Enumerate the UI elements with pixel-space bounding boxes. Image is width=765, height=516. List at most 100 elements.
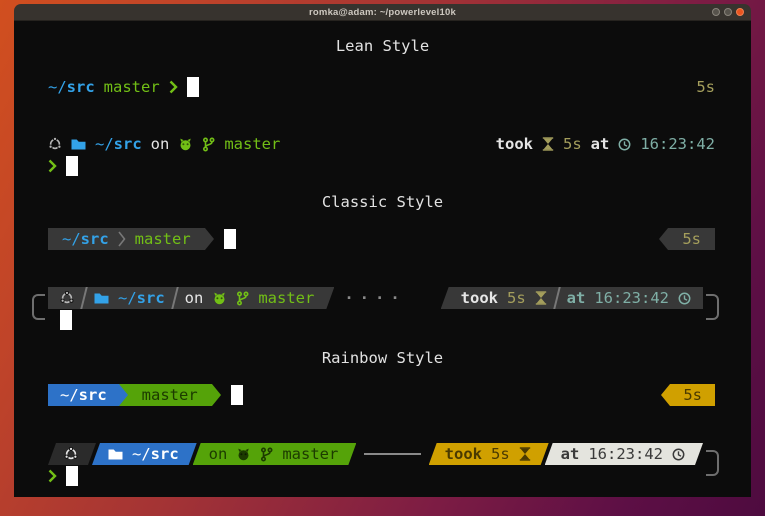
command-duration: 5s [563,135,582,153]
window-controls [712,8,744,16]
clock-icon [618,138,631,151]
folder-icon [108,448,123,461]
command-duration: 5s [683,386,702,404]
current-directory: ~/src [60,386,107,404]
maximize-button[interactable] [724,8,732,16]
powerline-arrow-icon [119,384,128,406]
current-time: 16:23:42 [640,135,715,153]
hourglass-icon [535,291,547,305]
on-label: on [185,289,204,307]
command-duration: 5s [491,445,510,463]
powerline-segment-right: took 5s at 16:23:42 [441,287,703,309]
clock-icon [678,292,691,305]
at-label: at [591,135,610,153]
git-branch-label: master [104,78,160,96]
clock-icon [672,448,685,461]
heading-text: Lean Style [336,37,429,55]
powerline-segment-duration: took 5s [429,443,549,465]
github-octocat-icon [212,292,227,305]
powerline-segment-left: ~/src on master [48,287,334,309]
terminal-cursor [231,385,243,405]
command-duration: 5s [696,78,715,96]
lean-prompt-full-line2 [14,155,751,177]
section-heading-lean: Lean Style [14,35,751,57]
folder-icon [94,292,109,305]
lean-prompt-full-line1: ~/src on master took 5s at 16:23:42 [14,133,751,155]
current-directory: ~/src [62,230,109,248]
window-titlebar[interactable]: romka@adam: ~/powerlevel10k [14,4,751,21]
classic-prompt-full-line1: ~/src on master ···· took 5s [14,287,751,309]
current-directory: ~/src [132,445,179,463]
current-directory: ~/src [48,78,95,96]
hourglass-icon [542,137,554,151]
took-label: took [445,445,482,463]
current-time: 16:23:42 [588,445,663,463]
heading-text: Classic Style [322,193,443,211]
powerline-arrow-icon [205,228,214,250]
command-duration: 5s [682,230,701,248]
hourglass-icon [519,447,531,461]
terminal-cursor [60,310,72,330]
powerline-segment-dir-branch: ~/src master [48,228,205,250]
current-directory: ~/src [118,289,165,307]
current-time: 16:23:42 [594,289,669,307]
minimize-button[interactable] [712,8,720,16]
folder-icon [71,138,86,151]
git-branch-icon [260,447,273,462]
powerline-segment-branch: on master [193,443,357,465]
prompt-chevron-icon [48,469,57,483]
heading-text: Rainbow Style [322,349,443,367]
slash-separator [553,287,560,309]
took-label: took [496,135,533,153]
prompt-chevron-icon [169,80,178,94]
lean-prompt-basic: ~/src master 5s [14,76,751,98]
ubuntu-os-icon [48,137,62,151]
powerline-segment-dir: ~/src [48,384,119,406]
terminal-screen[interactable]: Lean Style ~/src master 5s ~/src on [14,21,751,497]
powerline-arrow-icon [659,228,668,250]
rainbow-prompt-full-line1: ~/src on master took 5s [14,443,751,465]
slash-separator [80,287,87,309]
current-directory: ~/src [95,135,142,153]
git-branch-label: master [142,386,198,404]
segment-junction [119,384,128,406]
git-branch-icon [202,137,215,152]
close-button[interactable] [736,8,744,16]
segment-separator-icon [118,230,126,248]
ubuntu-os-icon [64,447,78,461]
ubuntu-os-icon [60,291,74,305]
git-branch-label: master [282,445,338,463]
prompt-chevron-icon [48,159,57,173]
classic-prompt-basic: ~/src master 5s [14,228,751,250]
powerline-arrow-icon [212,384,221,406]
window-title: romka@adam: ~/powerlevel10k [309,7,456,18]
gap-line [364,453,420,455]
took-label: took [461,289,498,307]
on-label: on [209,445,228,463]
on-label: on [151,135,170,153]
terminal-cursor [66,156,78,176]
classic-prompt-full-line2 [14,309,751,331]
powerline-segment-duration: 5s [668,228,715,250]
git-branch-icon [236,291,249,306]
terminal-cursor [187,77,199,97]
section-heading-classic: Classic Style [14,191,751,213]
at-label: at [567,289,586,307]
at-label: at [561,445,580,463]
powerline-segment-duration: 5s [670,384,715,406]
terminal-cursor [66,466,78,486]
gap-dots: ···· [344,289,405,307]
terminal-cursor [224,229,236,249]
git-branch-label: master [224,135,280,153]
powerline-segment-dir: ~/src [92,443,197,465]
rainbow-prompt-basic: ~/src master 5s [14,384,751,406]
git-branch-label: master [135,230,191,248]
git-branch-label: master [258,289,314,307]
powerline-segment-time: at 16:23:42 [545,443,703,465]
slash-separator [171,287,178,309]
powerline-segment-os [48,443,96,465]
command-duration: 5s [507,289,526,307]
terminal-window: romka@adam: ~/powerlevel10k Lean Style ~… [14,4,751,497]
section-heading-rainbow: Rainbow Style [14,347,751,369]
powerline-segment-branch: master [128,384,212,406]
